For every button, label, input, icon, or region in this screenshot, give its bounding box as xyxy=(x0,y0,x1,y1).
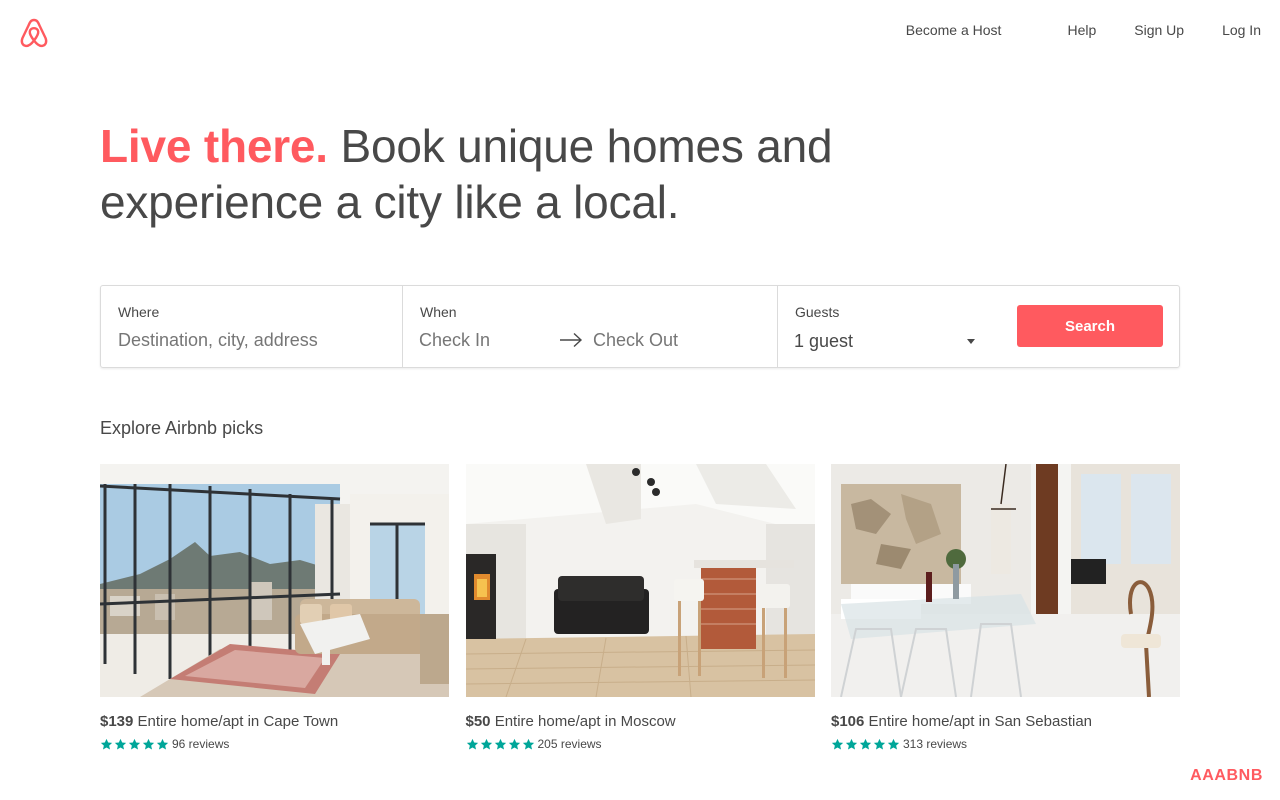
star-icon xyxy=(887,738,900,750)
star-icon xyxy=(142,738,155,750)
hero-heading: Live there. Book unique homes and experi… xyxy=(100,118,900,230)
listing-photo[interactable] xyxy=(465,464,815,698)
listing-description: Entire home/apt in Moscow xyxy=(490,713,676,730)
review-count: 313 reviews xyxy=(903,737,968,751)
listing-photo[interactable] xyxy=(99,464,449,697)
log-in-link[interactable]: Log In xyxy=(1222,22,1261,38)
become-host-link[interactable]: Become a Host xyxy=(906,22,1002,38)
sign-up-link[interactable]: Sign Up xyxy=(1134,22,1184,38)
listing-price: $106 xyxy=(831,713,865,730)
star-icon xyxy=(466,738,478,750)
guests-select[interactable]: 1 guest xyxy=(794,331,853,352)
review-count: 96 reviews xyxy=(172,737,230,751)
listing-cards: $139 Entire home/apt in Cape Town 96 rev… xyxy=(99,463,1180,751)
search-button[interactable]: Search xyxy=(1017,305,1163,347)
listing-photo[interactable] xyxy=(831,463,1180,698)
listing-price: $50 xyxy=(465,713,491,730)
star-icon xyxy=(831,738,844,750)
star-icon xyxy=(859,738,872,750)
airbnb-logo[interactable] xyxy=(18,16,50,50)
guests-section: Guests 1 guest Search xyxy=(778,286,1179,367)
search-bar: Where When Check In Check Out Guests 1 g… xyxy=(100,285,1180,368)
review-count: 205 reviews xyxy=(537,737,602,751)
hero-line-1-rest: Book unique homes and xyxy=(327,120,833,172)
star-icon xyxy=(845,738,858,750)
star-rating xyxy=(831,738,901,751)
star-icon xyxy=(522,738,534,750)
star-icon xyxy=(873,738,886,750)
when-label: When xyxy=(420,304,457,320)
where-label: Where xyxy=(118,304,160,320)
star-icon xyxy=(114,738,127,750)
when-section: When Check In Check Out xyxy=(403,286,778,367)
listing-title: $50 Entire home/apt in Moscow xyxy=(466,713,815,730)
listing-card[interactable]: $106 Entire home/apt in San Sebastian 31… xyxy=(831,463,1180,751)
destination-input[interactable] xyxy=(118,330,378,351)
listing-title: $139 Entire home/apt in Cape Town xyxy=(100,713,449,730)
listing-description: Entire home/apt in San Sebastian xyxy=(864,713,1093,730)
check-out-field[interactable]: Check Out xyxy=(593,330,678,351)
star-rating xyxy=(466,738,536,751)
hero-line-2: experience a city like a local. xyxy=(100,176,680,228)
listing-card[interactable]: $139 Entire home/apt in Cape Town 96 rev… xyxy=(99,464,449,751)
star-icon xyxy=(156,738,169,750)
star-icon xyxy=(508,738,520,750)
watermark: AAABNB xyxy=(1190,767,1263,784)
hero-accent: Live there. xyxy=(100,120,328,172)
arrow-right-icon xyxy=(560,332,583,348)
listing-title: $106 Entire home/apt in San Sebastian xyxy=(831,713,1180,730)
star-icon xyxy=(494,738,506,750)
listing-rating: 96 reviews xyxy=(100,737,449,751)
star-rating xyxy=(100,738,170,751)
check-in-field[interactable]: Check In xyxy=(419,330,490,351)
section-title: Explore Airbnb picks xyxy=(100,418,264,438)
listing-rating: 313 reviews xyxy=(831,737,1180,751)
star-icon xyxy=(100,738,113,750)
listing-rating: 205 reviews xyxy=(466,737,815,751)
listing-price: $139 xyxy=(100,713,134,730)
star-icon xyxy=(128,738,141,750)
star-icon xyxy=(480,738,492,750)
listing-description: Entire home/apt in Cape Town xyxy=(133,713,339,730)
help-link[interactable]: Help xyxy=(1067,22,1096,38)
listing-card[interactable]: $50 Entire home/apt in Moscow 205 review… xyxy=(465,464,815,751)
top-nav: Become a Host Help Sign Up Log In xyxy=(906,22,1261,38)
where-section[interactable]: Where xyxy=(101,286,403,367)
chevron-down-icon[interactable] xyxy=(967,339,975,344)
guests-label: Guests xyxy=(795,304,840,320)
